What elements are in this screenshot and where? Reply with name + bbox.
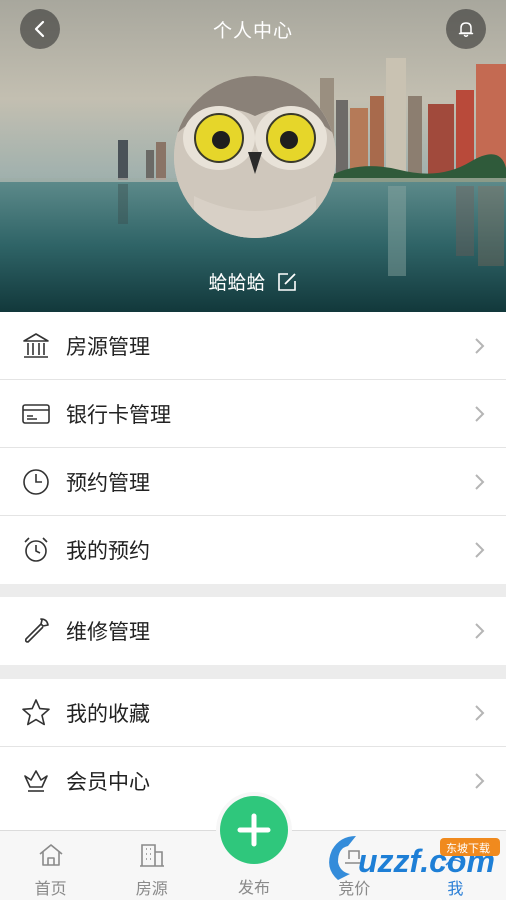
menu-item-my-appointments[interactable]: 我的预约 [0, 516, 506, 584]
chevron-right-icon [475, 406, 485, 422]
bell-icon [458, 22, 474, 37]
menu-label: 预约管理 [66, 470, 150, 495]
profile-header: 个人中心 蛤蛤蛤 [0, 0, 506, 312]
building-icon [139, 844, 164, 867]
menu-item-my-favorites[interactable]: 我的收藏 [0, 679, 506, 747]
clock-icon [20, 466, 52, 498]
tab-home[interactable]: 首页 [0, 831, 101, 900]
menu-label: 维修管理 [66, 620, 150, 644]
tab-listings[interactable]: 房源 [101, 831, 202, 900]
wrench-icon [20, 615, 52, 647]
menu-item-appointment-management[interactable]: 预约管理 [0, 448, 506, 516]
menu-item-bank-card-management[interactable]: 银行卡管理 [0, 380, 506, 448]
menu-group-maintenance: 维修管理 [0, 597, 506, 665]
bank-card-icon [20, 398, 52, 430]
tab-label: 首页 [34, 879, 67, 898]
tab-publish-label[interactable]: 发布 [220, 874, 288, 898]
owl-avatar-image [174, 76, 336, 238]
watermark-badge: 东坡下载 [446, 842, 490, 855]
chevron-right-icon [475, 474, 485, 490]
menu-label: 我的预约 [66, 539, 150, 563]
building-icon [20, 330, 52, 362]
menu-label: 房源管理 [66, 334, 150, 359]
publish-button[interactable] [220, 796, 288, 864]
edit-icon[interactable] [276, 271, 298, 293]
alarm-clock-icon [20, 534, 52, 566]
chevron-right-icon [475, 338, 485, 354]
star-icon [20, 697, 52, 729]
chevron-right-icon [475, 542, 485, 558]
chevron-right-icon [475, 623, 485, 639]
uzzf-watermark-logo: uzzf.com 东坡下载 [329, 836, 500, 880]
chevron-right-icon [475, 773, 485, 789]
menu-item-maintenance-management[interactable]: 维修管理 [0, 597, 506, 665]
chevron-right-icon [475, 705, 485, 721]
menu-label: 会员中心 [66, 770, 150, 794]
home-icon [39, 844, 63, 866]
username: 蛤蛤蛤 [208, 272, 266, 294]
tab-label: 房源 [135, 879, 168, 898]
avatar[interactable] [174, 76, 336, 238]
menu-item-property-management[interactable]: 房源管理 [0, 312, 506, 380]
menu-group-main: 房源管理 银行卡管理 预约管理 我的预约 [0, 312, 506, 584]
plus-icon [237, 813, 271, 847]
menu-label: 银行卡管理 [66, 402, 171, 427]
page-title: 个人中心 [212, 20, 293, 42]
menu-label: 我的收藏 [66, 701, 150, 726]
username-row[interactable]: 蛤蛤蛤 [0, 268, 506, 295]
crown-icon [20, 765, 52, 797]
notification-button[interactable] [446, 9, 486, 49]
